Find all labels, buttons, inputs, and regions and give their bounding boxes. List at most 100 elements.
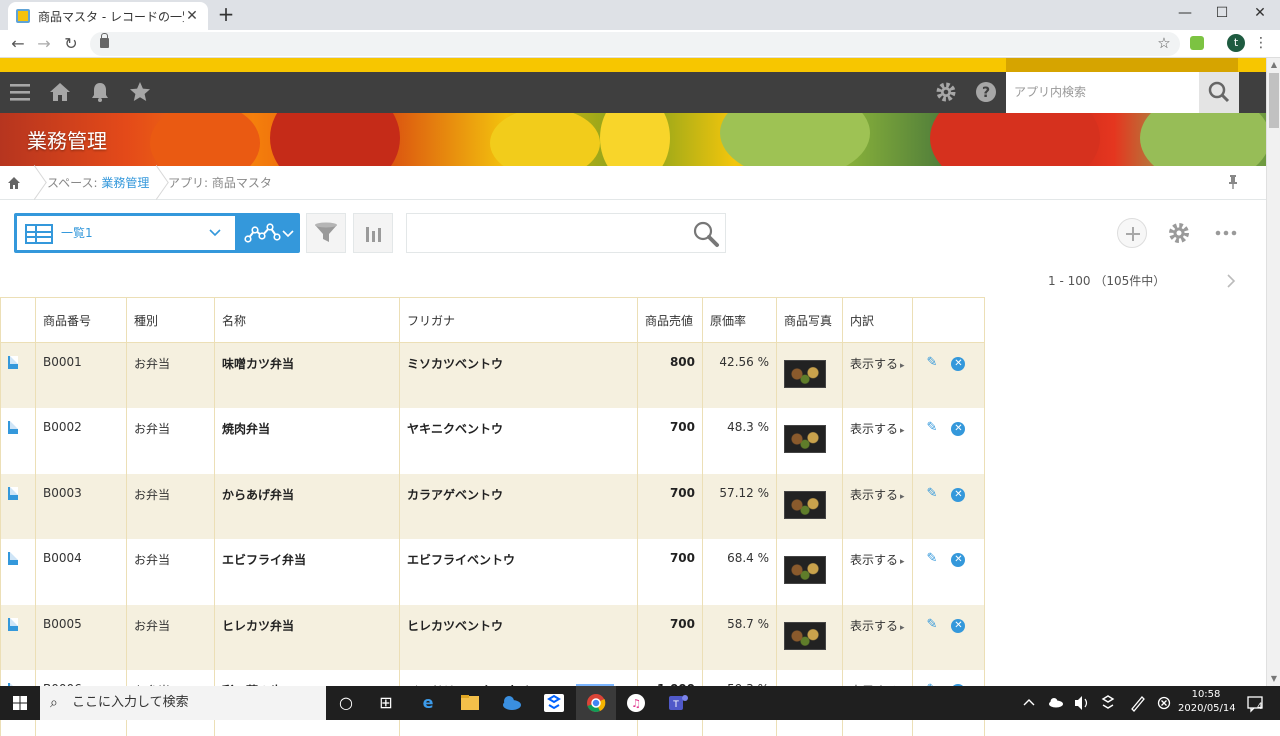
column-header[interactable]: 原価率 (702, 297, 777, 343)
record-detail-cell[interactable] (0, 473, 36, 539)
edge-icon[interactable]: e (408, 686, 448, 720)
forward-arrow-icon[interactable]: → (33, 33, 55, 55)
record-detail-cell[interactable] (0, 604, 36, 670)
show-breakdown-link[interactable]: 表示する (850, 619, 905, 633)
help-icon[interactable]: ? (974, 80, 998, 104)
column-header[interactable]: 種別 (126, 297, 215, 343)
record-detail-cell[interactable] (0, 408, 36, 474)
record-detail-icon[interactable] (8, 486, 18, 500)
table-row[interactable]: B0004お弁当エビフライ弁当エビフライベントウ70068.4 %表示する✎✕ (0, 539, 985, 605)
app-settings-button[interactable] (1164, 218, 1194, 248)
browser-tab[interactable]: 商品マスタ - レコードの一覧 ✕ (8, 2, 208, 30)
delete-icon[interactable]: ✕ (951, 357, 966, 371)
settings-gear-icon[interactable] (934, 80, 958, 104)
record-search-input[interactable] (406, 213, 726, 253)
delete-icon[interactable]: ✕ (951, 618, 966, 633)
notification-icon[interactable]: 4 (1243, 686, 1267, 720)
dropbox-icon[interactable] (534, 686, 574, 720)
edit-pencil-icon[interactable]: ✎ (927, 420, 938, 435)
filter-button[interactable] (306, 213, 346, 253)
product-photo-thumbnail[interactable] (784, 360, 826, 388)
search-icon[interactable] (691, 219, 721, 249)
graph-button[interactable] (238, 213, 300, 253)
tray-expand-icon[interactable] (1018, 686, 1040, 720)
table-row[interactable]: B0005お弁当ヒレカツ弁当ヒレカツベントウ70058.7 %表示する✎✕ (0, 604, 985, 670)
record-detail-icon[interactable] (8, 552, 18, 565)
vertical-scrollbar[interactable]: ▲ ▼ (1266, 58, 1280, 686)
pin-icon[interactable] (1226, 174, 1240, 190)
breadcrumb-space[interactable]: スペース: 業務管理 (47, 166, 149, 200)
graph-aggregate-button[interactable] (353, 213, 393, 253)
column-header[interactable]: 商品番号 (35, 297, 127, 343)
delete-icon[interactable]: ✕ (951, 487, 966, 502)
scrollbar-thumb[interactable] (1269, 73, 1279, 128)
view-selector[interactable]: 一覧1 (14, 213, 300, 253)
teams-icon[interactable]: T (658, 686, 698, 720)
breadcrumb-home-icon[interactable] (8, 166, 20, 200)
windows-start-icon[interactable] (0, 686, 40, 720)
app-search-input[interactable]: アプリ内検索 (1006, 72, 1200, 113)
column-header[interactable]: 商品売値 (637, 297, 703, 343)
product-photo-thumbnail[interactable] (784, 425, 826, 453)
reload-icon[interactable]: ↻ (60, 33, 82, 55)
tray-dropbox-icon[interactable] (1097, 686, 1119, 720)
new-tab-button[interactable]: + (216, 4, 236, 24)
column-header[interactable]: 名称 (214, 297, 400, 343)
task-view-icon[interactable]: ⊞ (366, 686, 406, 720)
app-search-button[interactable] (1199, 72, 1239, 113)
delete-icon[interactable]: ✕ (951, 422, 966, 436)
scroll-up-icon[interactable]: ▲ (1267, 58, 1280, 72)
record-detail-cell[interactable] (0, 342, 36, 408)
show-breakdown-link[interactable]: 表示する (850, 488, 905, 502)
column-header[interactable]: 商品写真 (776, 297, 843, 343)
edit-pencil-icon[interactable]: ✎ (927, 355, 938, 370)
delete-icon[interactable]: ✕ (951, 553, 966, 567)
next-page-icon[interactable] (1224, 272, 1238, 290)
table-row[interactable]: B0002お弁当焼肉弁当ヤキニクベントウ70048.3 %表示する✎✕ (0, 408, 985, 474)
show-breakdown-link[interactable]: 表示する (850, 553, 905, 567)
product-photo-thumbnail[interactable] (784, 490, 826, 519)
table-row[interactable]: B0003お弁当からあげ弁当カラアゲベントウ70057.12 %表示する✎✕ (0, 473, 985, 539)
taskbar-clock[interactable]: 10:58 2020/05/14 (1178, 688, 1236, 716)
scroll-down-icon[interactable]: ▼ (1267, 672, 1280, 686)
minimize-button[interactable]: — (1165, 0, 1205, 28)
record-detail-icon[interactable] (8, 356, 18, 369)
tab-close-icon[interactable]: ✕ (184, 8, 200, 24)
close-window-button[interactable]: ✕ (1240, 0, 1280, 28)
show-breakdown-link[interactable]: 表示する (850, 357, 905, 371)
add-record-button[interactable] (1117, 218, 1147, 248)
more-options-button[interactable] (1211, 218, 1241, 248)
view-dropdown[interactable]: 一覧1 (17, 216, 235, 250)
volume-icon[interactable] (1071, 686, 1093, 720)
bookmark-star-icon[interactable]: ☆ (1155, 30, 1173, 56)
edit-pencil-icon[interactable]: ✎ (927, 486, 938, 501)
record-detail-icon[interactable] (8, 421, 18, 434)
browser-menu-icon[interactable]: ⋮ (1252, 30, 1270, 56)
home-icon[interactable] (48, 80, 72, 104)
record-detail-icon[interactable] (8, 617, 18, 631)
maximize-button[interactable]: ☐ (1202, 0, 1242, 28)
back-arrow-icon[interactable]: ← (7, 33, 29, 55)
edit-pencil-icon[interactable]: ✎ (927, 617, 938, 632)
menu-hamburger-icon[interactable] (8, 80, 32, 104)
cortana-circle-icon[interactable]: ○ (326, 686, 366, 720)
extension-icon[interactable] (1190, 36, 1204, 50)
tray-close-circle-icon[interactable] (1153, 686, 1175, 720)
table-row[interactable]: B0001お弁当味噌カツ弁当ミソカツベントウ80042.56 %表示する✎✕ (0, 342, 985, 408)
onedrive-icon[interactable] (492, 686, 532, 720)
address-bar[interactable] (90, 32, 1180, 56)
tray-onedrive-icon[interactable] (1045, 686, 1067, 720)
file-explorer-icon[interactable] (450, 686, 490, 720)
bell-icon[interactable] (88, 80, 112, 104)
favorite-star-icon[interactable] (128, 80, 152, 104)
record-detail-cell[interactable] (0, 539, 36, 605)
profile-avatar[interactable]: t (1227, 34, 1245, 52)
pen-icon[interactable] (1127, 686, 1149, 720)
show-breakdown-link[interactable]: 表示する (850, 422, 905, 436)
breadcrumb-space-link[interactable]: 業務管理 (101, 176, 149, 190)
column-header[interactable]: 内訳 (842, 297, 913, 343)
itunes-icon[interactable]: ♫ (616, 686, 656, 720)
product-photo-thumbnail[interactable] (784, 621, 826, 650)
chrome-icon[interactable] (576, 686, 616, 720)
edit-pencil-icon[interactable]: ✎ (927, 551, 938, 566)
